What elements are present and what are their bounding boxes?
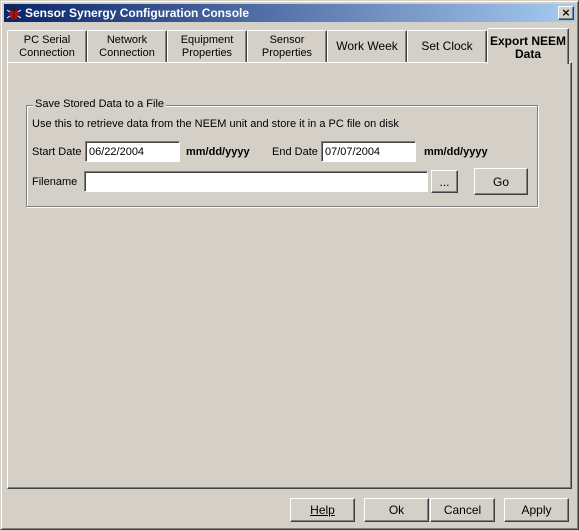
window-title: Sensor Synergy Configuration Console — [25, 6, 250, 20]
app-window: Sensor Synergy Configuration Console × P… — [0, 0, 579, 530]
end-date-label: End Date — [272, 146, 318, 158]
help-button[interactable]: Help — [290, 498, 355, 522]
ok-button[interactable]: Ok — [364, 498, 429, 522]
tab-work-week[interactable]: Work Week — [327, 30, 407, 62]
end-date-input[interactable] — [321, 141, 416, 162]
tab-export-neem-data[interactable]: Export NEEM Data — [487, 28, 569, 64]
browse-button[interactable]: ... — [431, 170, 458, 193]
tab-equipment-properties[interactable]: Equipment Properties — [167, 30, 247, 62]
group-title: Save Stored Data to a File — [33, 98, 167, 110]
start-date-input[interactable] — [85, 141, 180, 162]
close-button[interactable]: × — [558, 6, 574, 20]
title-bar[interactable]: Sensor Synergy Configuration Console × — [4, 4, 576, 22]
tab-network-connection[interactable]: Network Connection — [87, 30, 167, 62]
start-date-format-hint: mm/dd/yyyy — [186, 146, 250, 158]
go-button[interactable]: Go — [474, 168, 528, 195]
start-date-label: Start Date — [32, 146, 82, 158]
export-description: Use this to retrieve data from the NEEM … — [32, 118, 399, 130]
close-icon: × — [561, 6, 571, 19]
filename-input[interactable] — [84, 171, 428, 192]
cancel-button[interactable]: Cancel — [430, 498, 495, 522]
tab-sensor-properties[interactable]: Sensor Properties — [247, 30, 327, 62]
bug-app-icon — [6, 6, 22, 20]
filename-label: Filename — [32, 176, 78, 188]
apply-button[interactable]: Apply — [504, 498, 569, 522]
tab-set-clock[interactable]: Set Clock — [407, 30, 487, 62]
tab-pc-serial-connection[interactable]: PC Serial Connection — [7, 30, 87, 62]
end-date-format-hint: mm/dd/yyyy — [424, 146, 488, 158]
